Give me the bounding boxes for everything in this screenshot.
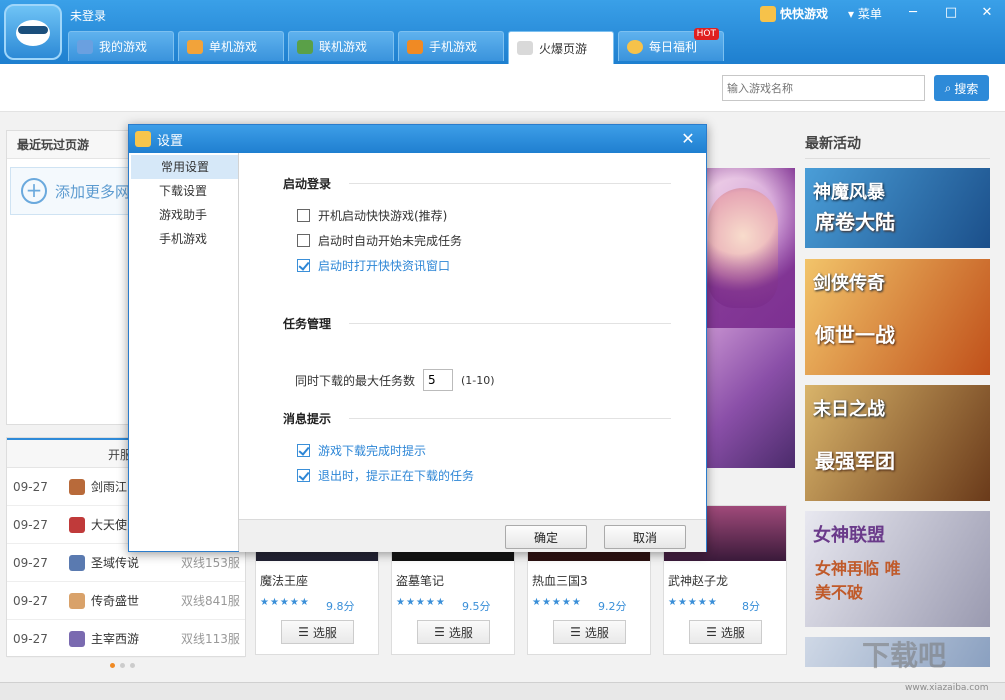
option-open-news[interactable]: 启动时打开快快资讯窗口	[297, 257, 450, 274]
phone-icon	[407, 40, 423, 54]
plus-icon: +	[21, 178, 47, 204]
checkbox-checked[interactable]	[297, 469, 310, 482]
dialog-footer: 确定 取消	[239, 519, 706, 552]
search-button[interactable]: ⌕ 搜索	[934, 75, 989, 101]
dialog-title-bar[interactable]: 设置 ✕	[129, 125, 706, 153]
activity-banner[interactable]: 神魔风暴 席卷大陆	[805, 168, 990, 248]
gamepad-icon	[77, 40, 93, 54]
tab-web-games[interactable]: 火爆页游	[508, 31, 614, 64]
activity-title: 最新活动	[805, 133, 861, 153]
minimize-button[interactable]: ─	[898, 2, 928, 24]
rating-stars-icon: ★★★★★	[668, 597, 718, 608]
watermark-url: www.xiazaiba.com	[905, 683, 989, 693]
checkbox-checked[interactable]	[297, 259, 310, 272]
checkbox[interactable]	[297, 234, 310, 247]
select-server-button[interactable]: ☰选服	[689, 620, 762, 644]
watermark-logo: 下载吧	[862, 634, 946, 674]
main-tabs: 我的游戏 单机游戏 联机游戏 手机游戏 火爆页游 每日福利 HOT	[68, 31, 724, 64]
activity-banner[interactable]: 女神联盟 女神再临 唯美不破	[805, 511, 990, 627]
cancel-button[interactable]: 取消	[604, 525, 686, 549]
maximize-button[interactable]: □	[936, 2, 966, 24]
activity-banner[interactable]: 末日之战 最强军团	[805, 385, 990, 501]
activity-banner[interactable]: 剑侠传奇 倾世一战	[805, 259, 990, 375]
option-download-complete[interactable]: 游戏下载完成时提示	[297, 442, 426, 459]
game-avatar	[69, 517, 85, 533]
coin-icon	[627, 40, 643, 54]
search-input[interactable]	[722, 75, 925, 101]
divider	[805, 158, 990, 159]
max-tasks-row: 同时下载的最大任务数 (1-10)	[295, 369, 495, 391]
option-autostart[interactable]: 开机启动快快游戏(推荐)	[297, 207, 447, 224]
windows-icon	[187, 40, 203, 54]
section-title-notify: 消息提示	[283, 410, 331, 427]
checkbox-checked[interactable]	[297, 444, 310, 457]
app-icon	[135, 131, 151, 147]
menu-button[interactable]: ▾ 菜单	[848, 5, 882, 22]
app-logo-icon[interactable]	[4, 4, 62, 60]
cube-icon	[297, 40, 313, 54]
page-dot[interactable]	[120, 663, 125, 668]
divider	[349, 183, 671, 184]
brand-icon	[760, 6, 776, 22]
page-dot[interactable]	[130, 663, 135, 668]
list-icon: ☰	[434, 625, 445, 639]
dialog-close-button[interactable]: ✕	[670, 125, 706, 153]
login-status-link[interactable]: 未登录	[70, 7, 106, 24]
app-window: 未登录 快快游戏 ▾ 菜单 ─ □ ✕ 我的游戏 单机游戏 联机游戏	[0, 0, 1005, 700]
tab-mobile-games[interactable]: 手机游戏	[398, 31, 504, 61]
featured-banner-image[interactable]	[700, 168, 795, 468]
hot-badge: HOT	[694, 28, 719, 40]
flame-icon	[517, 41, 533, 55]
list-icon: ☰	[298, 625, 309, 639]
game-avatar	[69, 631, 85, 647]
max-tasks-input[interactable]	[423, 369, 453, 391]
divider	[349, 323, 671, 324]
settings-dialog: 设置 ✕ 常用设置 下载设置 游戏助手 手机游戏 启动登录 开机启动快快游戏(推…	[128, 124, 707, 552]
settings-content: 启动登录 开机启动快快游戏(推荐) 启动时自动开始未完成任务 启动时打开快快资讯…	[239, 153, 706, 519]
tab-single-games[interactable]: 单机游戏	[178, 31, 284, 61]
sidebar-item-game-assistant[interactable]: 游戏助手	[129, 203, 238, 227]
checkbox[interactable]	[297, 209, 310, 222]
brand-label[interactable]: 快快游戏	[760, 5, 828, 22]
search-bar: ⌕ 搜索	[0, 64, 1005, 112]
game-avatar	[69, 593, 85, 609]
select-server-button[interactable]: ☰选服	[281, 620, 354, 644]
close-button[interactable]: ✕	[972, 2, 1002, 24]
table-row[interactable]: 09-27 主宰西游 双线113服	[7, 620, 245, 658]
ok-button[interactable]: 确定	[505, 525, 587, 549]
option-exit-warning[interactable]: 退出时，提示正在下载的任务	[297, 467, 474, 484]
sidebar-item-general[interactable]: 常用设置	[131, 155, 238, 179]
divider	[349, 418, 671, 419]
rating-stars-icon: ★★★★★	[260, 597, 310, 608]
sidebar-item-mobile-games[interactable]: 手机游戏	[129, 227, 238, 251]
sidebar-item-download[interactable]: 下载设置	[129, 179, 238, 203]
select-server-button[interactable]: ☰选服	[417, 620, 490, 644]
section-title-startup: 启动登录	[283, 175, 331, 192]
option-resume-tasks[interactable]: 启动时自动开始未完成任务	[297, 232, 462, 249]
tab-online-games[interactable]: 联机游戏	[288, 31, 394, 61]
status-bar	[0, 682, 1005, 700]
rating-stars-icon: ★★★★★	[396, 597, 446, 608]
game-avatar	[69, 479, 85, 495]
dialog-title: 设置	[157, 130, 183, 149]
tab-daily-rewards[interactable]: 每日福利 HOT	[618, 31, 724, 61]
settings-sidebar: 常用设置 下载设置 游戏助手 手机游戏	[129, 153, 239, 551]
tab-my-games[interactable]: 我的游戏	[68, 31, 174, 61]
search-icon: ⌕	[945, 81, 952, 96]
game-avatar	[69, 555, 85, 571]
list-icon: ☰	[570, 625, 581, 639]
select-server-button[interactable]: ☰选服	[553, 620, 626, 644]
title-bar: 未登录 快快游戏 ▾ 菜单 ─ □ ✕ 我的游戏 单机游戏 联机游戏	[0, 0, 1005, 64]
brand-text: 快快游戏	[780, 5, 828, 22]
section-title-tasks: 任务管理	[283, 315, 331, 332]
table-row[interactable]: 09-27 传奇盛世 双线841服	[7, 582, 245, 620]
list-icon: ☰	[706, 625, 717, 639]
pagination-dots	[110, 663, 135, 668]
chevron-down-icon: ▾	[848, 7, 858, 21]
rating-stars-icon: ★★★★★	[532, 597, 582, 608]
page-dot[interactable]	[110, 663, 115, 668]
